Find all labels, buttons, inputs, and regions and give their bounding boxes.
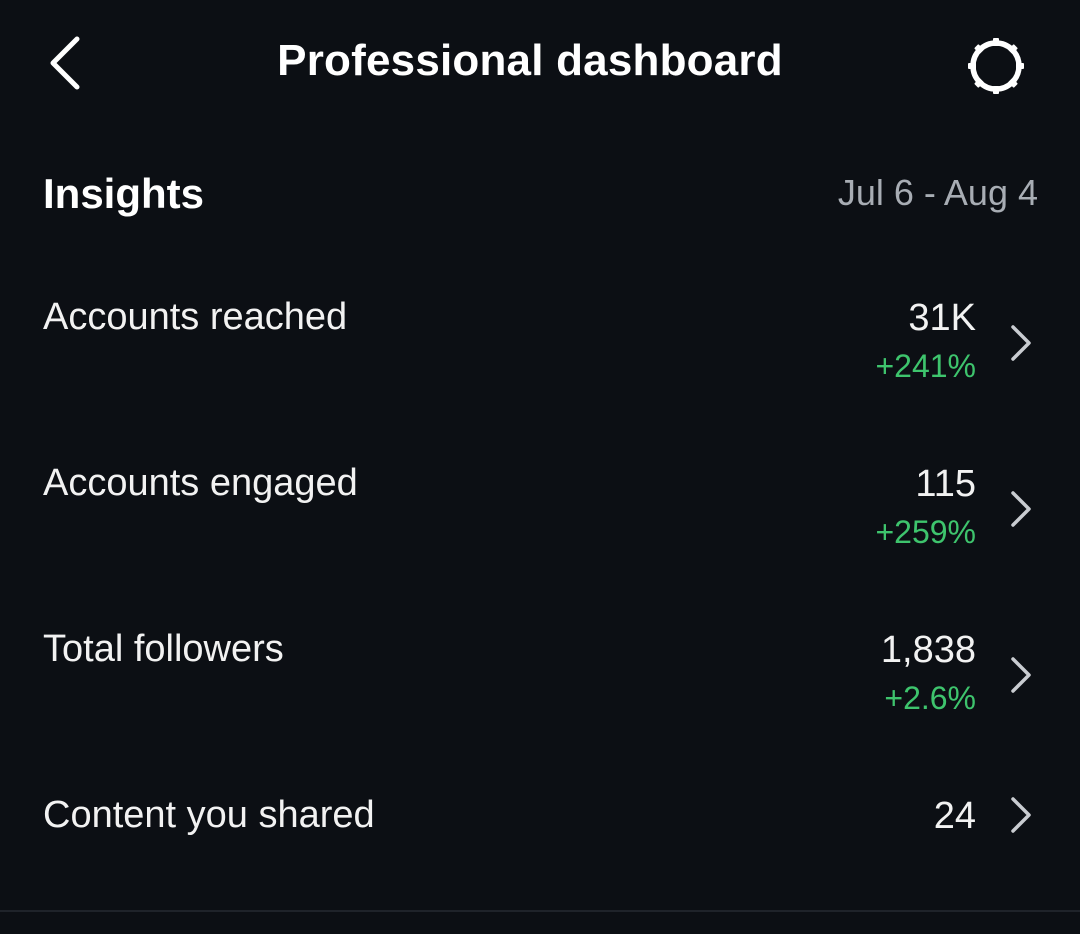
section-title: Insights bbox=[43, 170, 205, 217]
divider bbox=[0, 910, 1080, 912]
insights-header: Insights Jul 6 - Aug 4 bbox=[0, 160, 1080, 230]
gear-icon bbox=[968, 38, 1024, 94]
metric-change: +241% bbox=[875, 348, 976, 384]
metric-value: 31K bbox=[908, 297, 976, 339]
page-title: Professional dashboard bbox=[277, 36, 783, 85]
metric-value: 24 bbox=[933, 795, 976, 837]
chevron-right-icon bbox=[1000, 484, 1040, 534]
chevron-right-icon bbox=[1000, 790, 1040, 840]
top-bar: Professional dashboard bbox=[0, 0, 1080, 130]
row-total-followers[interactable]: Total followers 1,838 +2.6% bbox=[0, 628, 1080, 768]
row-accounts-engaged[interactable]: Accounts engaged 115 +259% bbox=[0, 462, 1080, 602]
row-content-shared[interactable]: Content you shared 24 bbox=[0, 794, 1080, 934]
metric-label: Total followers bbox=[43, 628, 284, 670]
metric-values: 31K +241% bbox=[875, 296, 976, 388]
date-range[interactable]: Jul 6 - Aug 4 bbox=[838, 172, 1038, 214]
metric-values: 115 +259% bbox=[875, 462, 976, 554]
metric-values: 1,838 +2.6% bbox=[881, 628, 976, 720]
metric-value: 115 bbox=[915, 463, 976, 505]
row-accounts-reached[interactable]: Accounts reached 31K +241% bbox=[0, 296, 1080, 436]
metric-change: +2.6% bbox=[884, 680, 976, 716]
metric-label: Accounts reached bbox=[43, 296, 348, 338]
metric-label: Accounts engaged bbox=[43, 462, 358, 504]
metric-label: Content you shared bbox=[43, 794, 375, 836]
chevron-right-icon bbox=[1000, 318, 1040, 368]
settings-button[interactable] bbox=[958, 28, 1034, 104]
metric-value: 1,838 bbox=[880, 629, 976, 671]
metric-values: 24 bbox=[934, 794, 976, 838]
chevron-right-icon bbox=[1000, 650, 1040, 700]
metric-change: +259% bbox=[875, 514, 976, 550]
